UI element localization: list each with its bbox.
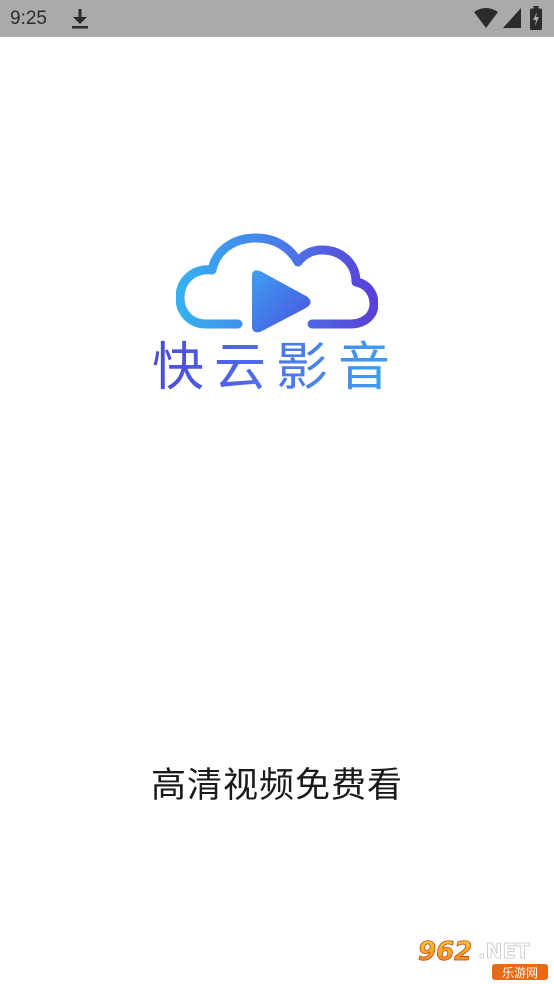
download-icon: [72, 9, 88, 29]
svg-text:.NET: .NET: [478, 939, 530, 963]
status-time: 9:25: [10, 8, 47, 29]
watermark-logo: 962 .NET 乐游网: [418, 937, 548, 980]
svg-text:乐游网: 乐游网: [502, 966, 538, 980]
battery-icon: [530, 6, 542, 30]
signal-icon: [503, 8, 521, 28]
slogan: 高清视频免费看: [150, 766, 403, 806]
wifi-icon: [474, 8, 498, 28]
app-name: 快云影音: [122, 336, 430, 400]
logo-cloud-play-icon: [176, 233, 378, 333]
svg-text:962: 962: [418, 937, 472, 967]
status-bar: 9:25: [0, 0, 554, 37]
